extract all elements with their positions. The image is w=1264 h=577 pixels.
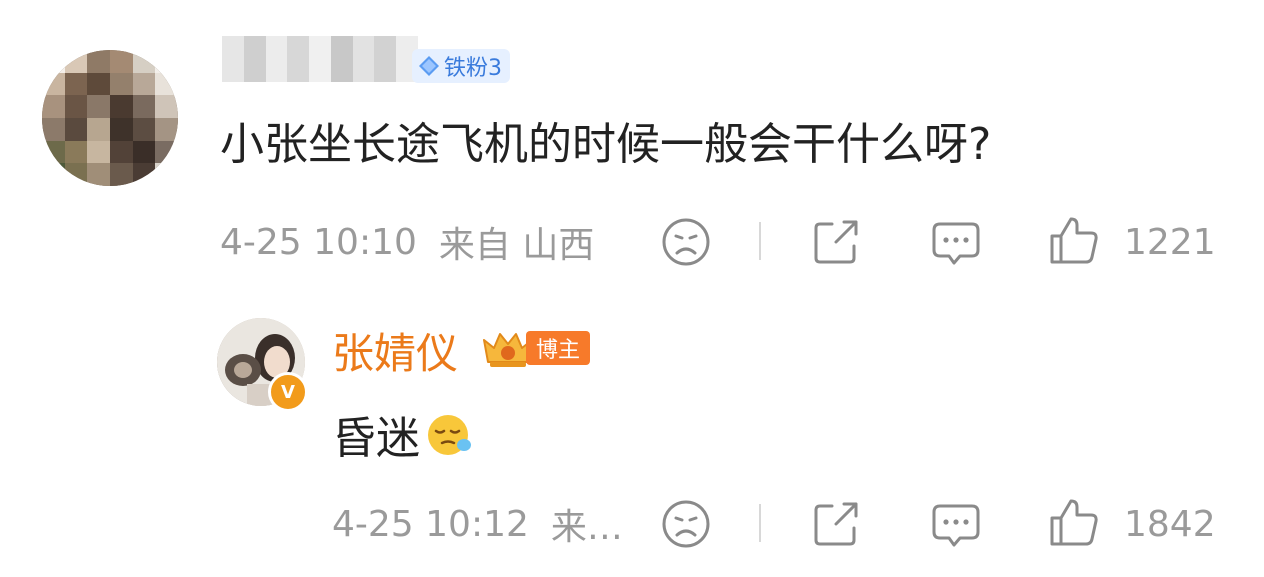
verified-badge-icon: V bbox=[268, 372, 308, 412]
blogger-tag: 博主 bbox=[526, 331, 591, 365]
sad-face-icon bbox=[662, 500, 710, 548]
reply-like-count: 1842 bbox=[1124, 503, 1216, 545]
like-count-row: 1221 bbox=[1124, 212, 1216, 272]
like-button[interactable] bbox=[1048, 214, 1100, 266]
sad-face-icon bbox=[662, 218, 710, 266]
reply-dislike-button[interactable] bbox=[660, 498, 712, 550]
reply-button[interactable] bbox=[930, 216, 982, 268]
comment-text: 小张坐长途飞机的时候一般会干什么呀? bbox=[220, 119, 992, 170]
share-icon bbox=[814, 220, 858, 264]
sleepy-face-icon bbox=[428, 415, 471, 455]
comment-time: 4-25 10:10 bbox=[220, 221, 417, 263]
comment-bubble-icon bbox=[932, 504, 980, 547]
reply-like-count-row: 1842 bbox=[1124, 494, 1216, 554]
reply-like-button[interactable] bbox=[1048, 496, 1100, 548]
thumbs-up-icon bbox=[1050, 499, 1098, 546]
comment-bubble-icon bbox=[932, 222, 980, 265]
reply-time: 4-25 10:12 bbox=[332, 503, 529, 545]
like-count: 1221 bbox=[1124, 221, 1216, 263]
pixelated-avatar-image bbox=[42, 50, 178, 186]
dislike-button[interactable] bbox=[660, 216, 712, 268]
share-button[interactable] bbox=[810, 216, 862, 268]
share-icon bbox=[814, 502, 858, 546]
reply-text-content: 昏迷 bbox=[332, 413, 420, 464]
reply-share-button[interactable] bbox=[810, 498, 862, 550]
meta-divider bbox=[759, 222, 761, 260]
reply-comment-button[interactable] bbox=[930, 498, 982, 550]
meta-divider bbox=[759, 504, 761, 542]
thumbs-up-icon bbox=[1050, 217, 1098, 264]
commenter-avatar[interactable] bbox=[42, 50, 178, 186]
fan-level-badge: 铁粉3 bbox=[412, 49, 510, 83]
reply-meta: 4-25 10:12 来… bbox=[332, 494, 623, 554]
commenter-username-redacted[interactable] bbox=[222, 36, 419, 82]
fan-badge-label: 铁粉3 bbox=[444, 56, 502, 81]
reply-author-name[interactable]: 张婧仪 bbox=[332, 320, 458, 381]
comment-location: 来自 山西 bbox=[438, 225, 595, 266]
reply-text: 昏迷 bbox=[332, 402, 474, 466]
comment-meta: 4-25 10:10 来自 山西 bbox=[220, 212, 594, 272]
reply-location: 来… bbox=[550, 507, 623, 548]
diamond-icon bbox=[419, 56, 439, 76]
blogger-tag-label: 博主 bbox=[536, 338, 581, 363]
comment-thread: 铁粉3 小张坐长途飞机的时候一般会干什么呀? 4-25 10:10 来自 山西 bbox=[0, 0, 1264, 577]
